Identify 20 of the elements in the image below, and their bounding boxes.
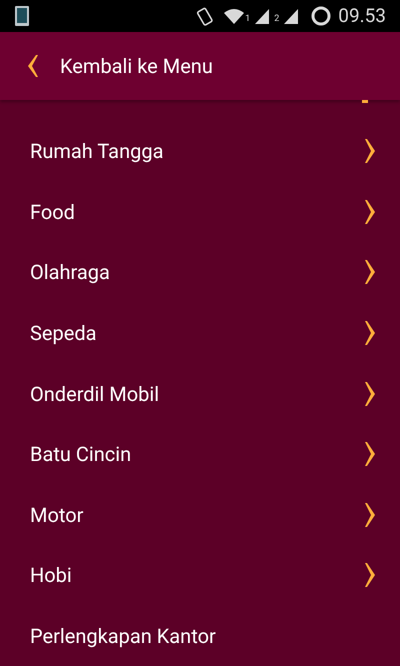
category-item[interactable]: Sepeda (30, 318, 364, 348)
sim-label: 2 (274, 12, 280, 26)
signal-icon (253, 7, 272, 25)
category-item[interactable]: Hobi (30, 560, 364, 590)
sim-label: 1 (245, 12, 250, 26)
vibrate-icon (195, 6, 216, 26)
signal-icon (282, 7, 300, 25)
category-item[interactable]: Rumah Tangga (30, 136, 364, 166)
phone-screen-icon (14, 5, 30, 27)
wifi-icon (223, 7, 246, 25)
category-item[interactable]: Food (30, 196, 364, 227)
back-to-menu-link[interactable]: Kembali ke Menu (60, 51, 213, 81)
clock-time: 09.53 (338, 2, 386, 29)
category-item[interactable]: Batu Cincin (30, 439, 364, 470)
category-item[interactable]: Onderdil Mobil (30, 378, 364, 409)
loading-ring-icon (310, 5, 332, 27)
category-item[interactable]: Perlengkapan Kantor (30, 621, 378, 652)
category-item[interactable]: Olahraga (30, 257, 364, 288)
category-item[interactable]: Motor (30, 500, 364, 530)
back-chevron-icon[interactable] (25, 54, 39, 78)
